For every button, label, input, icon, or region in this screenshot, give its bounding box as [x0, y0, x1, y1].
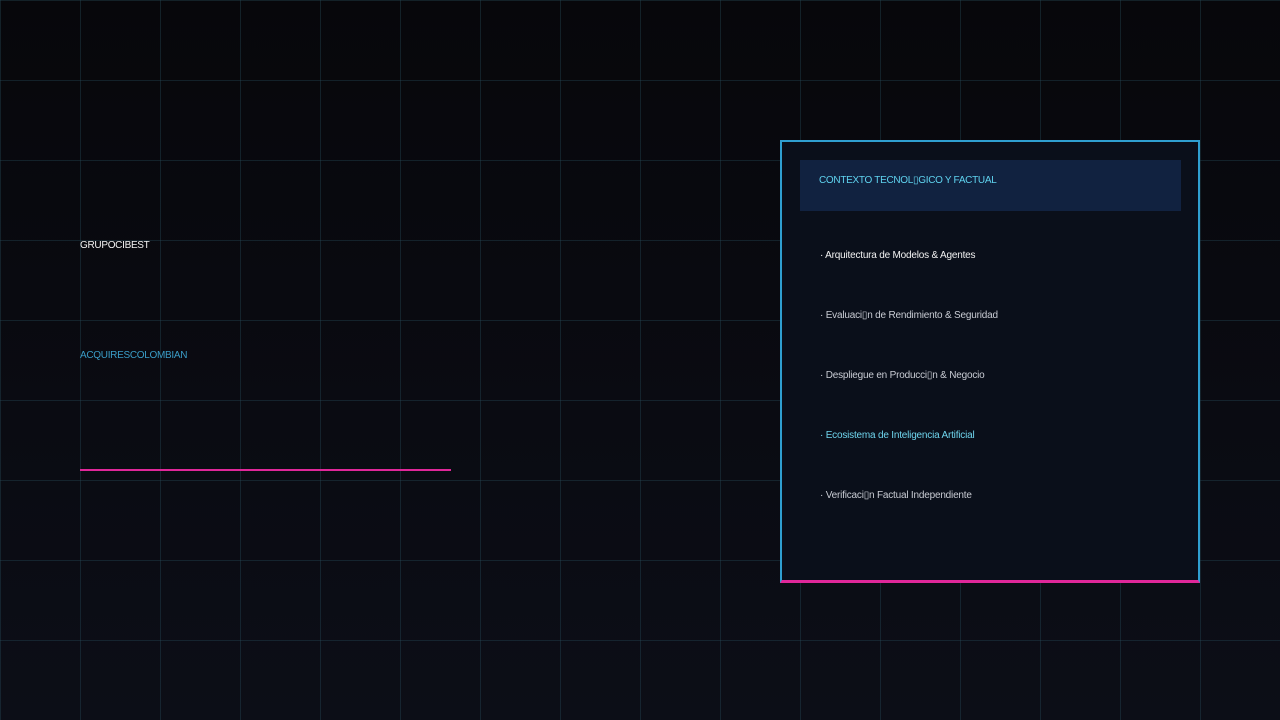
panel-item-fact-checking: · Verificaci▯n Factual Independiente [820, 490, 972, 501]
context-panel: CONTEXTO TECNOL▯GICO Y FACTUAL · Arquite… [780, 140, 1200, 583]
panel-item-ai-ecosystem: · Ecosistema de Inteligencia Artificial [820, 430, 975, 441]
panel-title: CONTEXTO TECNOL▯GICO Y FACTUAL [819, 175, 997, 186]
panel-item-models-agents: · Arquitectura de Modelos & Agentes [820, 250, 976, 261]
brand-name: GRUPOCIBEST [80, 240, 150, 251]
panel-list: · Arquitectura de Modelos & Agentes · Ev… [820, 250, 998, 550]
accent-divider [80, 469, 451, 471]
panel-header: CONTEXTO TECNOL▯GICO Y FACTUAL [800, 160, 1181, 211]
subtitle: ACQUIRESCOLOMBIAN [80, 350, 188, 361]
panel-item-production-business: · Despliegue en Producci▯n & Negocio [820, 370, 985, 381]
panel-item-performance-security: · Evaluaci▯n de Rendimiento & Seguridad [820, 310, 998, 321]
